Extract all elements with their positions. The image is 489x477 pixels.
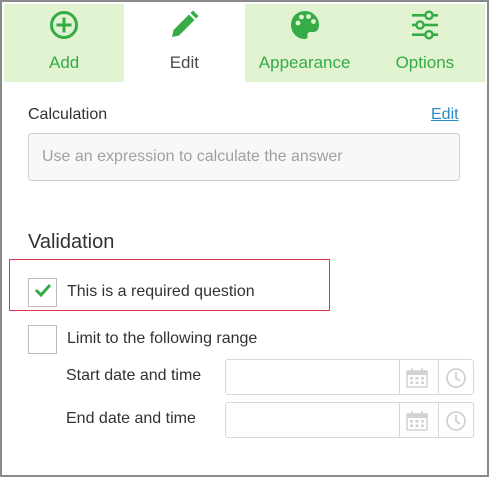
tab-appearance-label: Appearance bbox=[258, 53, 351, 72]
add-circle-icon bbox=[49, 8, 79, 42]
pencil-icon bbox=[168, 8, 200, 42]
end-date-input[interactable] bbox=[225, 402, 474, 438]
tab-options[interactable]: Options bbox=[364, 4, 485, 82]
calendar-icon[interactable] bbox=[406, 411, 428, 436]
required-checkbox[interactable] bbox=[28, 278, 57, 307]
palette-icon bbox=[289, 8, 321, 42]
divider bbox=[399, 360, 400, 394]
divider bbox=[399, 403, 400, 437]
tab-appearance[interactable]: Appearance bbox=[244, 4, 365, 82]
tab-bar: Add Edit Appearance Options bbox=[4, 4, 485, 82]
clock-icon[interactable] bbox=[445, 367, 467, 394]
divider bbox=[438, 360, 439, 394]
calculation-label: Calculation bbox=[28, 106, 108, 123]
limit-range-checkbox[interactable] bbox=[28, 325, 57, 354]
clock-icon[interactable] bbox=[445, 410, 467, 437]
form-properties-panel: Add Edit Appearance Options Calculation … bbox=[0, 0, 489, 477]
calendar-icon[interactable] bbox=[406, 368, 428, 393]
validation-title: Validation bbox=[28, 231, 115, 253]
tab-options-label: Options bbox=[395, 53, 455, 72]
calculation-edit-link[interactable]: Edit bbox=[431, 106, 459, 124]
calculation-input[interactable]: Use an expression to calculate the answe… bbox=[28, 133, 460, 181]
sliders-icon bbox=[409, 8, 441, 42]
end-date-label: End date and time bbox=[66, 410, 196, 427]
limit-range-label: Limit to the following range bbox=[67, 330, 258, 347]
tab-edit[interactable]: Edit bbox=[124, 4, 245, 82]
required-label: This is a required question bbox=[67, 283, 255, 300]
tab-edit-label: Edit bbox=[169, 53, 200, 72]
calculation-placeholder: Use an expression to calculate the answe… bbox=[42, 148, 343, 165]
tab-add-label: Add bbox=[49, 53, 80, 72]
checkmark-icon bbox=[34, 283, 52, 302]
divider bbox=[438, 403, 439, 437]
start-date-label: Start date and time bbox=[66, 367, 202, 384]
tab-add[interactable]: Add bbox=[4, 4, 125, 82]
start-date-input[interactable] bbox=[225, 359, 474, 395]
